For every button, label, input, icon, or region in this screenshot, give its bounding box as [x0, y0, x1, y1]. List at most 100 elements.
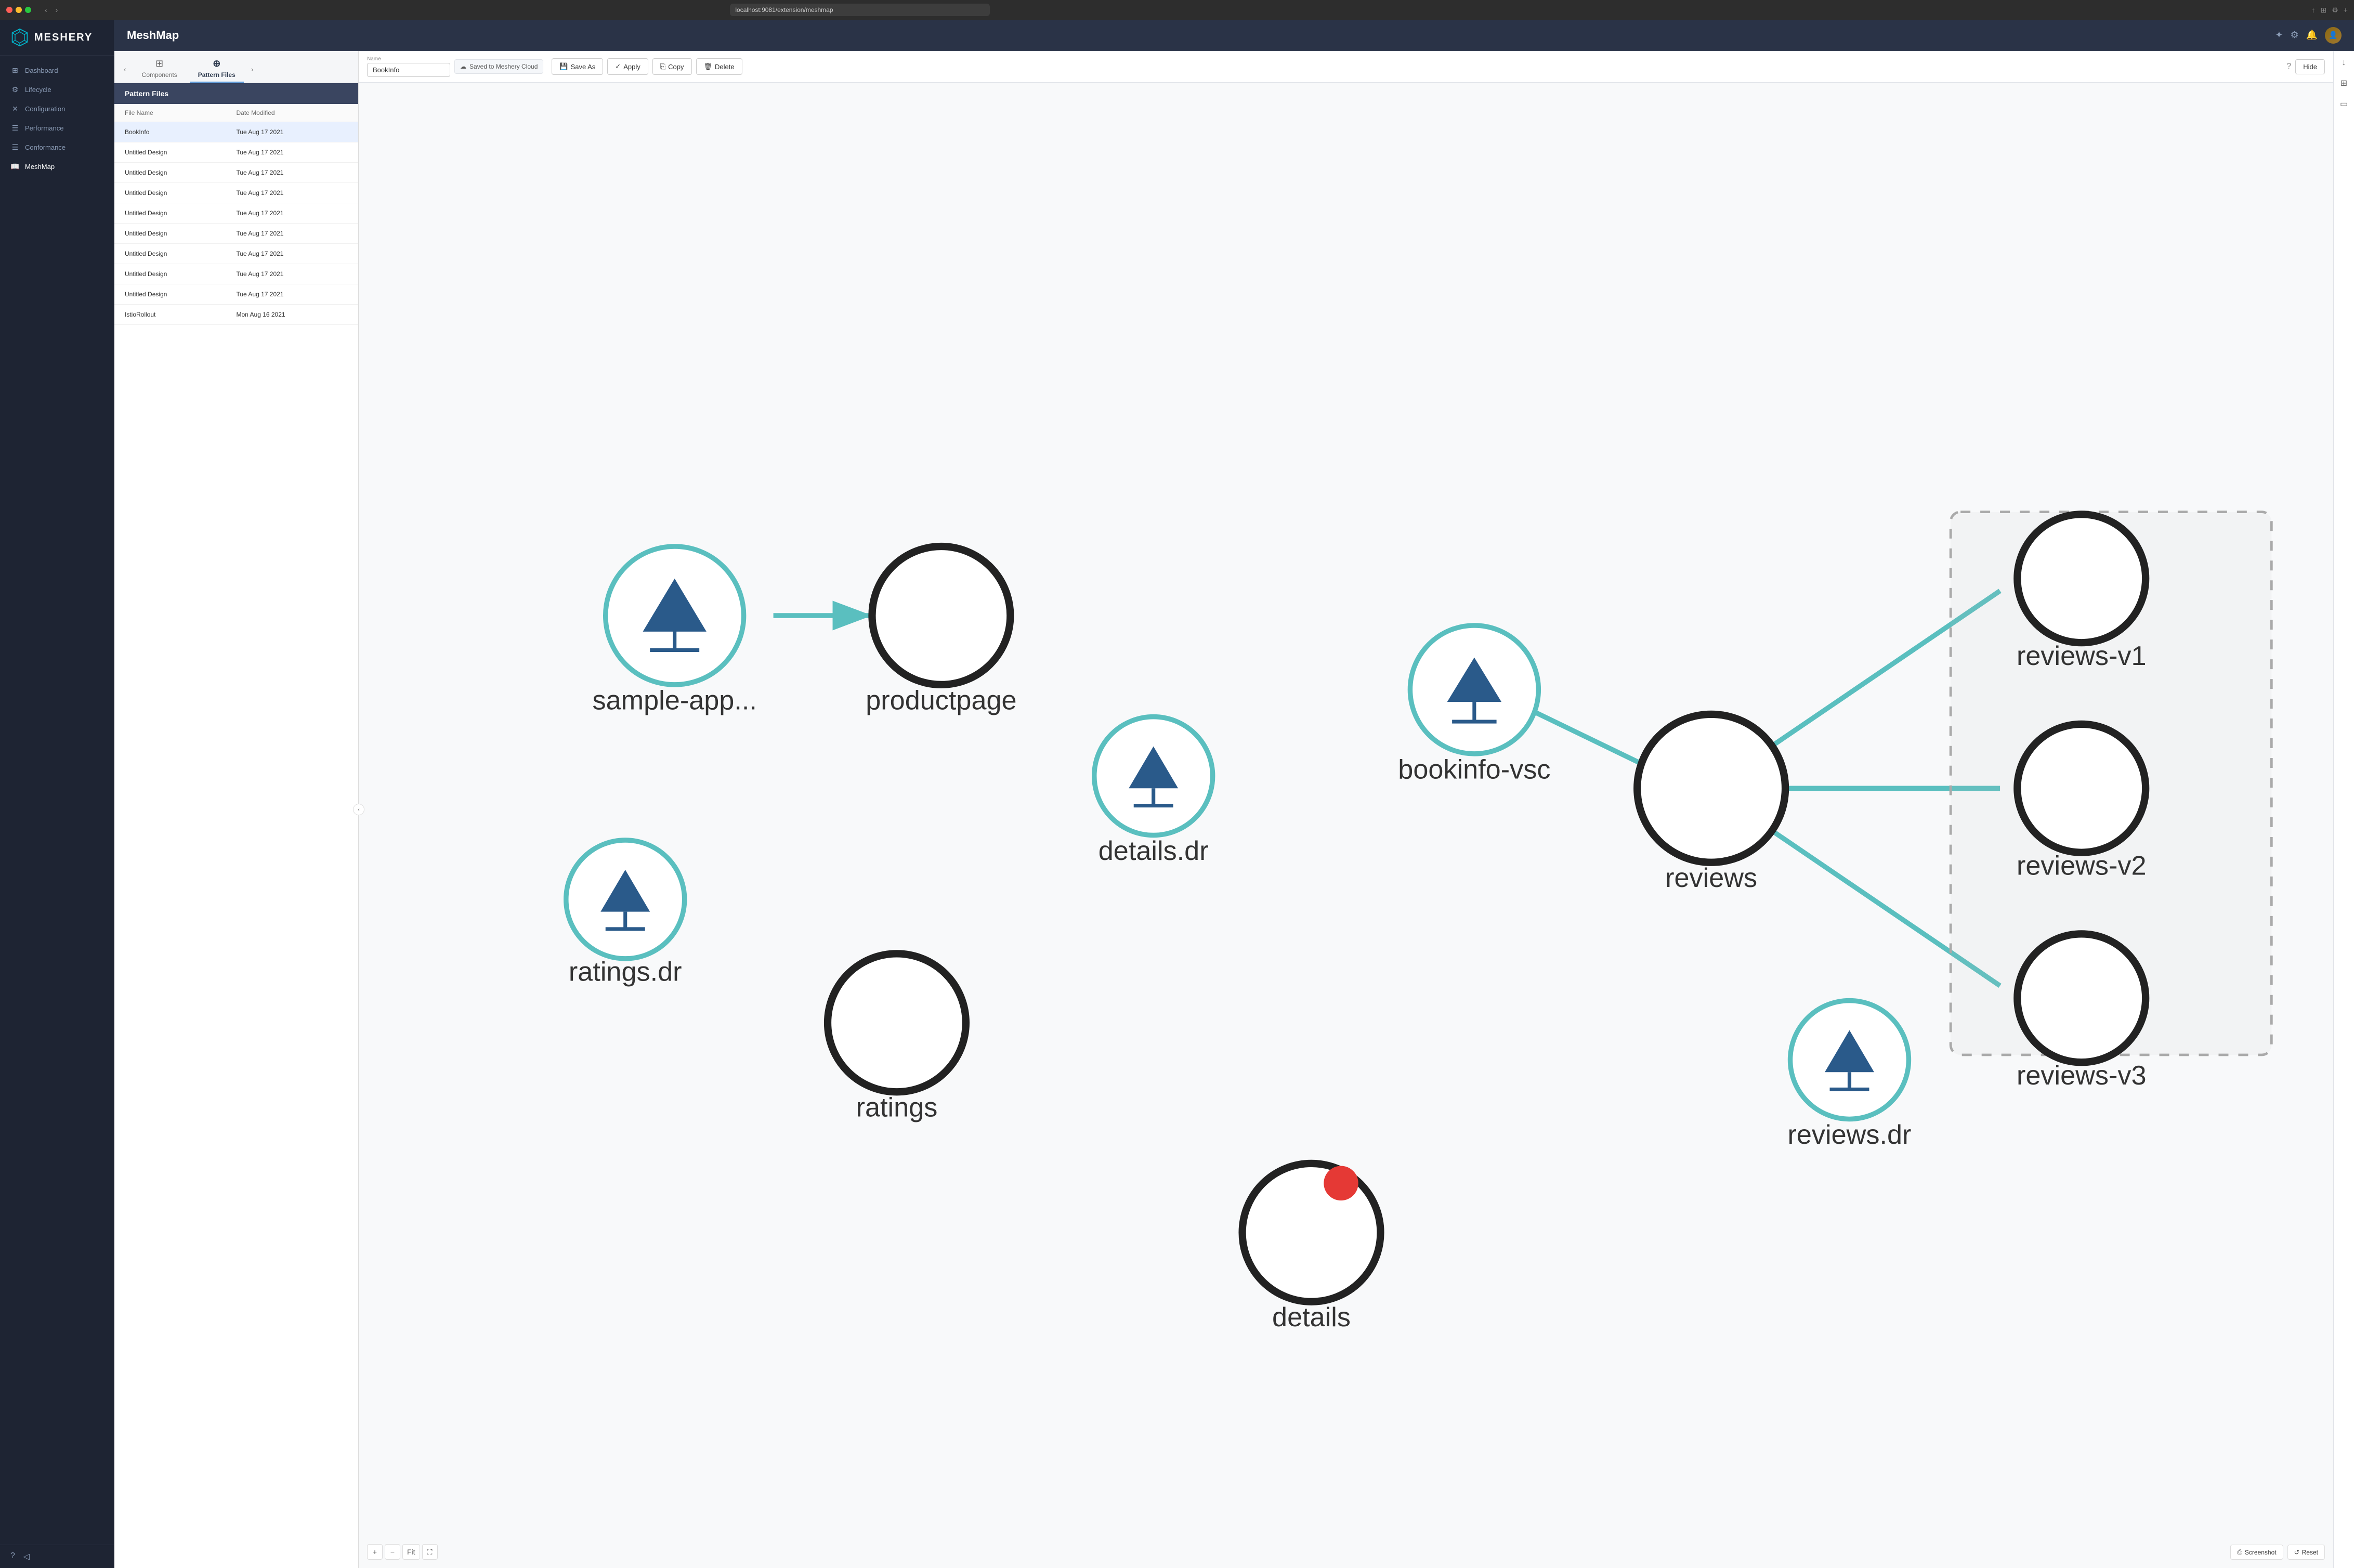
canvas-toolbar: Name ☁ Saved to Meshery Cloud 💾 Save As [359, 51, 2333, 83]
design-name-input[interactable] [367, 63, 450, 77]
forward-button[interactable]: › [53, 5, 61, 15]
list-item[interactable]: IstioRollout Mon Aug 16 2021 [114, 305, 358, 325]
share-icon[interactable]: ↑ [2311, 6, 2315, 15]
fullscreen-button[interactable]: ⛶ [422, 1544, 438, 1560]
list-item[interactable]: Untitled Design Tue Aug 17 2021 [114, 203, 358, 224]
tab-pattern-files[interactable]: ⊕ Pattern Files [190, 55, 244, 83]
file-name: Untitled Design [125, 169, 237, 176]
node-reviews [1637, 714, 1785, 863]
hide-button[interactable]: Hide [2295, 59, 2325, 74]
list-item[interactable]: Untitled Design Tue Aug 17 2021 [114, 284, 358, 305]
file-date: Tue Aug 17 2021 [237, 210, 348, 217]
back-button[interactable]: ‹ [42, 5, 50, 15]
file-name: Untitled Design [125, 189, 237, 197]
sidebar-item-label: Conformance [25, 143, 66, 151]
add-tab-icon[interactable]: + [2344, 6, 2348, 15]
node-reviews-v2 [2017, 724, 2146, 853]
copy-button[interactable]: ⎘ Copy [652, 58, 692, 75]
maximize-button[interactable] [25, 7, 31, 13]
bell-icon[interactable]: 🔔 [2306, 30, 2318, 41]
fit-button[interactable]: Fit [402, 1544, 420, 1560]
right-sidebar: ↓ ⊞ ▭ [2333, 51, 2354, 1568]
file-name: BookInfo [125, 128, 237, 136]
screenshot-button[interactable]: ⎙ Screenshot [2230, 1545, 2283, 1560]
user-avatar[interactable]: 👤 [2325, 27, 2342, 44]
label-productpage: productpage [866, 685, 1016, 715]
sidebar-item-configuration[interactable]: ✕ Configuration [0, 99, 114, 119]
performance-icon: ☰ [10, 124, 20, 133]
tab-components[interactable]: ⊞ Components [134, 55, 186, 83]
zoom-in-button[interactable]: + [367, 1544, 383, 1560]
list-item[interactable]: Untitled Design Tue Aug 17 2021 [114, 163, 358, 183]
label-details: details [1272, 1302, 1351, 1332]
node-bookinfo-vsc [1410, 625, 1538, 754]
sidebar-item-meshmap[interactable]: 📖 MeshMap [0, 157, 114, 176]
delete-button[interactable]: 🗑 Delete [696, 58, 742, 75]
label-bookinfo-vsc: bookinfo-vsc [1398, 754, 1550, 785]
apply-label: Apply [623, 63, 640, 71]
close-button[interactable] [6, 7, 12, 13]
file-date: Tue Aug 17 2021 [237, 128, 348, 136]
fit-label: Fit [407, 1548, 415, 1556]
url-text: localhost:9081/extension/meshmap [735, 6, 833, 14]
logo-text: MESHERY [34, 32, 93, 44]
list-item[interactable]: Untitled Design Tue Aug 17 2021 [114, 183, 358, 203]
name-label: Name [367, 56, 450, 62]
list-item[interactable]: Untitled Design Tue Aug 17 2021 [114, 142, 358, 163]
window-controls [6, 7, 31, 13]
panel-collapse-toggle[interactable]: ‹ [353, 804, 364, 815]
gear-icon[interactable]: ⚙ [2290, 30, 2298, 41]
sidebar-logo: MESHERY [0, 20, 114, 56]
toolbar-actions: 💾 Save As ✓ Apply ⎘ Copy 🗑 [552, 58, 2282, 75]
url-bar[interactable]: localhost:9081/extension/meshmap [730, 4, 990, 16]
apply-button[interactable]: ✓ Apply [607, 58, 648, 75]
app-layout: MESHERY ⊞ Dashboard ⚙ Lifecycle ✕ Config… [0, 20, 2354, 1568]
node-ratings-dr [566, 840, 685, 959]
hide-label: Hide [2303, 63, 2317, 71]
main-area: MeshMap ✦ ⚙ 🔔 👤 ‹ ⊞ Components [114, 20, 2354, 1568]
collapse-icon[interactable]: ◁ [23, 1551, 30, 1562]
right-panel-icon-1[interactable]: ↓ [2339, 55, 2349, 71]
reset-button[interactable]: ↺ Reset [2287, 1545, 2325, 1560]
file-list-header: File Name Date Modified [114, 104, 358, 122]
help-icon[interactable]: ? [10, 1551, 15, 1562]
panel-prev-btn[interactable]: ‹ [121, 63, 129, 75]
list-item[interactable]: BookInfo Tue Aug 17 2021 [114, 122, 358, 142]
sidebar-item-dashboard[interactable]: ⊞ Dashboard [0, 61, 114, 80]
conformance-icon: ☰ [10, 143, 20, 152]
sparkle-icon[interactable]: ✦ [2275, 30, 2283, 41]
zoom-out-button[interactable]: − [385, 1544, 400, 1560]
label-details-dr: details.dr [1098, 836, 1209, 866]
panel-next-btn[interactable]: › [248, 63, 257, 75]
tab-components-label: Components [142, 71, 177, 79]
list-item[interactable]: Untitled Design Tue Aug 17 2021 [114, 244, 358, 264]
components-tab-icon: ⊞ [155, 58, 163, 69]
node-reviews-dr [1790, 1001, 1909, 1119]
sidebar-nav: ⊞ Dashboard ⚙ Lifecycle ✕ Configuration … [0, 56, 114, 1545]
sidebar-item-lifecycle[interactable]: ⚙ Lifecycle [0, 80, 114, 99]
window-icons: ↑ ⊞ ⚙ + [2311, 6, 2347, 15]
canvas[interactable]: sample-app... productpage [359, 83, 2333, 1568]
label-reviews-v1: reviews-v1 [2017, 641, 2147, 671]
meshmap-icon: 📖 [10, 162, 20, 171]
minimize-button[interactable] [16, 7, 22, 13]
screenshot-label: Screenshot [2245, 1549, 2277, 1556]
list-item[interactable]: Untitled Design Tue Aug 17 2021 [114, 264, 358, 284]
file-name: Untitled Design [125, 230, 237, 237]
right-panel-icon-2[interactable]: ⊞ [2337, 75, 2350, 92]
sidebar-item-conformance[interactable]: ☰ Conformance [0, 138, 114, 157]
screenshot-icon: ⎙ [2237, 1548, 2242, 1556]
extension-icon[interactable]: ⊞ [2320, 6, 2326, 15]
save-as-button[interactable]: 💾 Save As [552, 58, 603, 75]
list-item[interactable]: Untitled Design Tue Aug 17 2021 [114, 224, 358, 244]
sidebar-item-label: Dashboard [25, 67, 58, 74]
content-area: ‹ ⊞ Components ⊕ Pattern Files › Pattern… [114, 51, 2354, 1568]
settings-icon[interactable]: ⚙ [2332, 6, 2338, 15]
right-panel-icon-3[interactable]: ▭ [2337, 96, 2351, 112]
help-icon[interactable]: ? [2286, 62, 2291, 71]
sidebar-item-performance[interactable]: ☰ Performance [0, 119, 114, 138]
file-date: Mon Aug 16 2021 [237, 311, 348, 318]
label-sample-app: sample-app... [592, 685, 756, 715]
file-date: Tue Aug 17 2021 [237, 169, 348, 176]
copy-label: Copy [668, 63, 684, 71]
